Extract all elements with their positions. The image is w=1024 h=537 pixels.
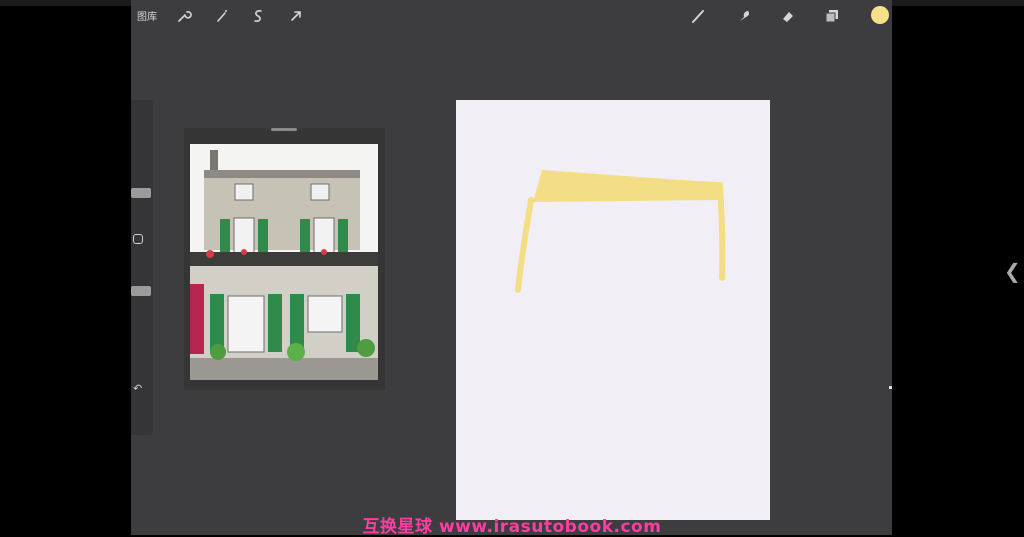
wrench-icon[interactable]	[175, 7, 193, 25]
opacity-slider[interactable]	[131, 286, 151, 296]
pointer-cursor	[889, 386, 892, 389]
reference-image	[190, 144, 378, 380]
layers-icon[interactable]	[823, 7, 841, 25]
brush-icon[interactable]	[689, 7, 707, 25]
magic-wand-icon[interactable]	[213, 7, 231, 25]
chevron-left-icon[interactable]: ❮	[1004, 259, 1021, 283]
gallery-button[interactable]: 图库	[137, 8, 157, 23]
left-sidebar: ↶	[131, 100, 153, 435]
watermark-text: 互换星球 www.irasutobook.com	[362, 517, 662, 537]
transform-arrow-icon[interactable]	[287, 7, 305, 25]
reference-panel[interactable]	[184, 128, 385, 390]
modify-button[interactable]	[133, 234, 143, 244]
canvas-strokes	[515, 170, 726, 293]
color-picker-swatch[interactable]	[871, 6, 889, 24]
reference-grab-handle[interactable]	[271, 128, 297, 131]
top-toolbar: 图库	[131, 6, 892, 28]
procreate-app: 图库 ↶	[131, 0, 892, 535]
drawing-canvas[interactable]	[456, 100, 770, 520]
brush-size-slider[interactable]	[131, 188, 151, 198]
eraser-icon[interactable]	[779, 7, 797, 25]
smudge-icon[interactable]	[735, 7, 753, 25]
undo-button[interactable]: ↶	[133, 382, 142, 395]
selection-icon[interactable]	[249, 7, 267, 25]
